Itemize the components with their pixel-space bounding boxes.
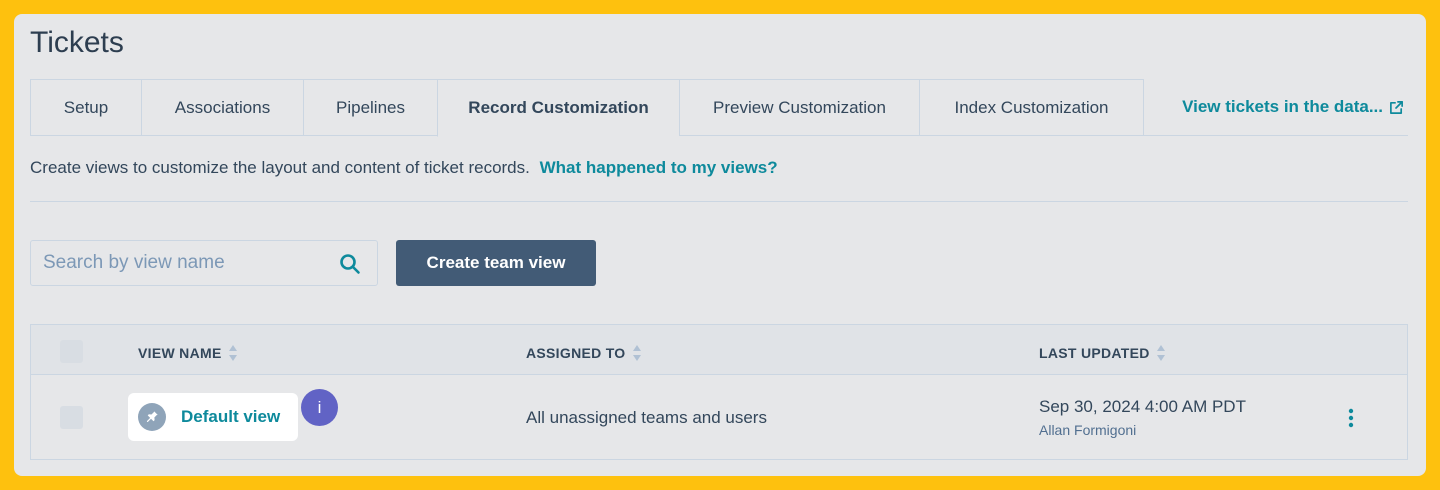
divider (30, 201, 1408, 202)
tab-pipelines[interactable]: Pipelines (303, 79, 437, 136)
more-actions-icon[interactable] (1341, 407, 1361, 429)
settings-panel: Tickets Setup Associations Pipelines Rec… (14, 14, 1426, 476)
tab-label: Pipelines (336, 97, 405, 117)
column-header-last-updated[interactable]: LAST UPDATED (1039, 344, 1166, 362)
updated-by-user: Allan Formigoni (1039, 422, 1137, 438)
what-happened-link[interactable]: What happened to my views? (540, 158, 778, 177)
tab-label: Index Customization (954, 97, 1109, 117)
description-text: Create views to customize the layout and… (30, 158, 530, 177)
info-badge[interactable]: i (301, 389, 338, 426)
column-label: LAST UPDATED (1039, 345, 1150, 361)
column-header-view-name[interactable]: VIEW NAME (138, 344, 238, 362)
sort-icon (632, 344, 642, 362)
external-link-icon (1389, 100, 1404, 115)
view-tickets-link-label: View tickets in the data... (1182, 97, 1383, 116)
pin-icon (138, 403, 166, 431)
tab-label: Record Customization (468, 98, 649, 117)
view-name-link[interactable]: Default view (181, 407, 280, 427)
tab-label: Associations (174, 97, 271, 117)
view-name-cell[interactable]: Default view (128, 393, 298, 441)
tab-record-customization[interactable]: Record Customization (437, 79, 679, 137)
sort-icon (1156, 344, 1166, 362)
view-tickets-link[interactable]: View tickets in the data... (1182, 79, 1408, 135)
table-header: VIEW NAME ASSIGNED TO LAST UPDATED (31, 325, 1407, 375)
tab-setup[interactable]: Setup (30, 79, 141, 136)
column-label: ASSIGNED TO (526, 345, 626, 361)
search-input[interactable] (31, 252, 321, 274)
table-row: Default view i All unassigned teams and … (31, 376, 1407, 460)
tab-preview-customization[interactable]: Preview Customization (679, 79, 919, 136)
assigned-to-cell: All unassigned teams and users (526, 408, 767, 427)
create-team-view-button[interactable]: Create team view (396, 240, 596, 286)
views-table: VIEW NAME ASSIGNED TO LAST UPDATED Defau… (30, 324, 1408, 460)
search-box (30, 240, 378, 286)
tab-label: Preview Customization (713, 97, 886, 117)
last-updated-cell: Sep 30, 2024 4:00 AM PDT Allan Formigoni (1039, 397, 1246, 438)
page-title: Tickets (30, 26, 124, 59)
tab-index-customization[interactable]: Index Customization (919, 79, 1144, 136)
tab-bar: Setup Associations Pipelines Record Cust… (30, 79, 1408, 137)
column-label: VIEW NAME (138, 345, 222, 361)
select-all-checkbox[interactable] (60, 340, 83, 363)
sort-icon (228, 344, 238, 362)
column-header-assigned-to[interactable]: ASSIGNED TO (526, 344, 642, 362)
last-updated-date: Sep 30, 2024 4:00 AM PDT (1039, 397, 1246, 416)
description: Create views to customize the layout and… (30, 158, 778, 178)
tab-label: Setup (63, 97, 109, 117)
search-icon[interactable] (339, 253, 361, 280)
tab-associations[interactable]: Associations (141, 79, 303, 136)
row-checkbox[interactable] (60, 406, 83, 429)
